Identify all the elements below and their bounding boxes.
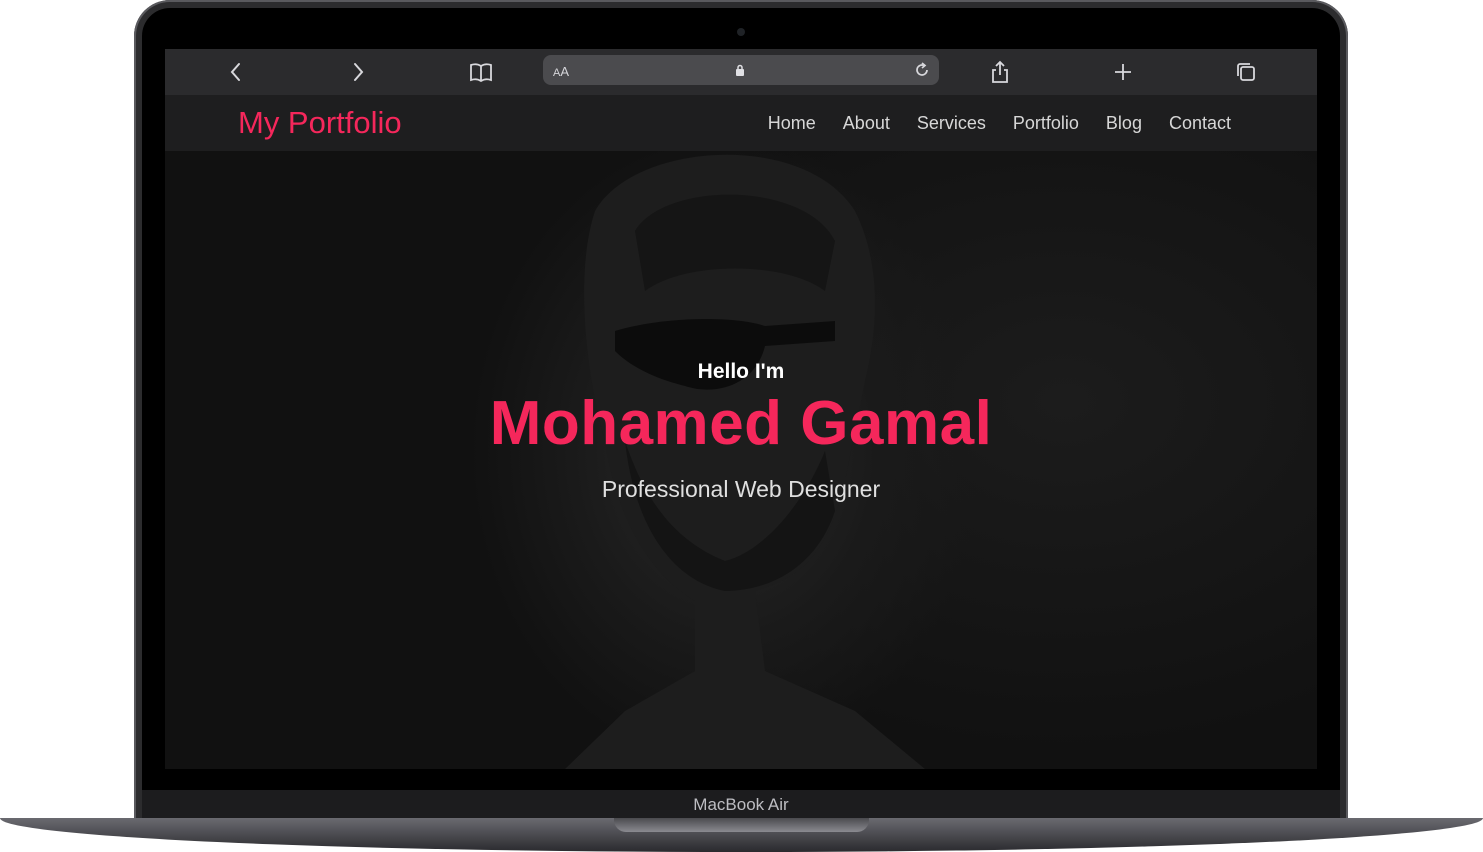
nav-link-portfolio[interactable]: Portfolio <box>1013 113 1079 134</box>
share-icon <box>992 60 1008 83</box>
forward-icon <box>354 63 364 81</box>
tabs-button[interactable] <box>1232 58 1260 86</box>
share-button[interactable] <box>986 58 1014 86</box>
address-bar[interactable]: AA <box>543 55 939 85</box>
text-size-button[interactable]: AA <box>553 64 569 79</box>
hero-role: Professional Web Designer <box>601 476 881 502</box>
nav-link-services[interactable]: Services <box>917 113 986 134</box>
new-tab-icon <box>1115 64 1131 80</box>
bookmarks-button[interactable] <box>467 58 495 86</box>
nav-link-about[interactable]: About <box>843 113 890 134</box>
nav-link-home[interactable]: Home <box>768 113 816 134</box>
browser-toolbar: AA <box>165 49 1317 96</box>
reload-icon[interactable] <box>913 61 931 79</box>
nav-link-blog[interactable]: Blog <box>1106 113 1142 134</box>
browser-screen: AA My Portfolio Home About Services Port… <box>165 49 1317 769</box>
site-logo[interactable]: My Portfolio <box>238 105 402 141</box>
nav-menu: Home About Services Portfolio Blog Conta… <box>768 113 1231 134</box>
camera <box>737 28 745 36</box>
laptop-opening-notch <box>614 818 869 832</box>
forward-button[interactable] <box>344 58 372 86</box>
hero-greeting: Hello I'm <box>697 360 785 383</box>
device-label: MacBook Air <box>693 795 789 814</box>
hero-name: Mohamed Gamal <box>489 389 993 458</box>
nav-link-contact[interactable]: Contact <box>1169 113 1231 134</box>
back-icon <box>230 63 240 81</box>
hero-portrait-image <box>565 154 925 769</box>
site-navbar: My Portfolio Home About Services Portfol… <box>165 95 1317 151</box>
bookmarks-icon <box>470 63 492 82</box>
tabs-icon <box>1237 63 1255 81</box>
back-button[interactable] <box>222 58 250 86</box>
lock-icon <box>736 64 744 76</box>
hero-section: Hello I'm Mohamed Gamal Professional Web… <box>165 151 1317 769</box>
new-tab-button[interactable] <box>1109 58 1137 86</box>
